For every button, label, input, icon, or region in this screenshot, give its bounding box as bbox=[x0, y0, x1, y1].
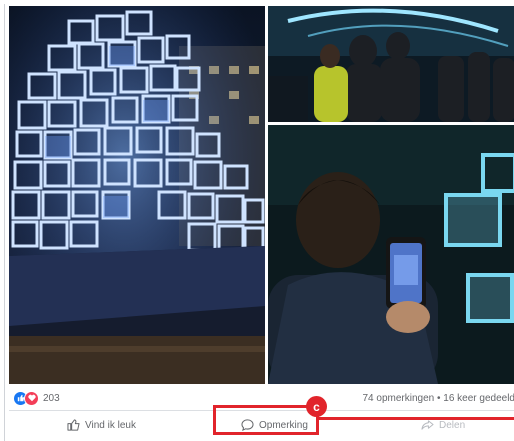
light-installation-image bbox=[9, 6, 265, 384]
callout-badge: c bbox=[306, 396, 327, 417]
love-icon bbox=[24, 390, 39, 406]
comments-shares-count[interactable]: 74 opmerkingen • 16 keer gedeeld bbox=[363, 393, 514, 404]
callout-line bbox=[319, 417, 514, 420]
crowd-image bbox=[268, 6, 514, 122]
person-phone-image bbox=[268, 125, 514, 384]
like-button[interactable]: Vind ik leuk bbox=[67, 419, 136, 431]
photo-crowd[interactable] bbox=[268, 6, 514, 122]
reaction-count: 203 bbox=[43, 392, 60, 404]
thumbs-up-icon bbox=[67, 419, 80, 431]
like-button-label: Vind ik leuk bbox=[85, 419, 136, 431]
share-arrow-icon bbox=[421, 420, 434, 430]
photo-person-phone[interactable] bbox=[268, 125, 514, 384]
reactions-summary[interactable]: 203 bbox=[13, 390, 60, 406]
highlight-box bbox=[213, 405, 319, 435]
photo-grid bbox=[9, 6, 514, 384]
facebook-post: 203 74 opmerkingen • 16 keer gedeeld Vin… bbox=[4, 4, 514, 441]
share-button[interactable]: Delen bbox=[421, 419, 465, 431]
share-button-label: Delen bbox=[439, 419, 466, 431]
photo-light-installation[interactable] bbox=[9, 6, 265, 384]
